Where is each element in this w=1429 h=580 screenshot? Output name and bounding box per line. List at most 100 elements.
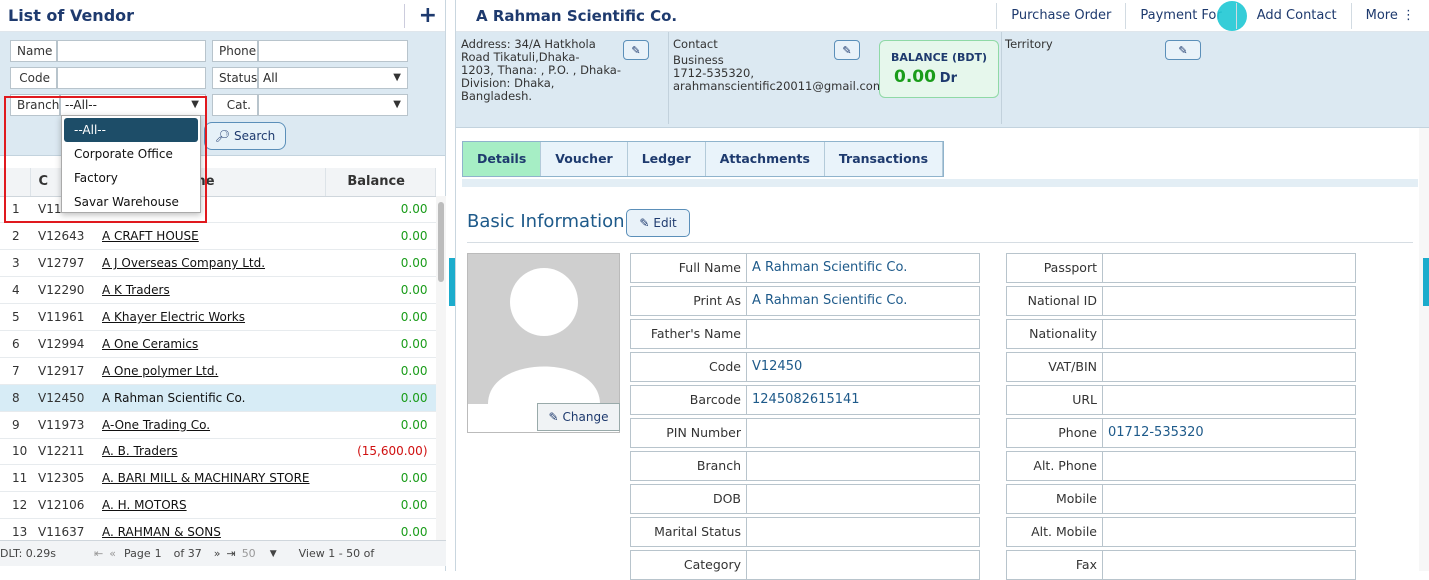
first-page-icon[interactable]: ⇤ <box>94 547 103 560</box>
table-row[interactable]: 8 V12450 A Rahman Scientific Co. 0.00 <box>0 384 436 412</box>
branch-option-savar-warehouse[interactable]: Savar Warehouse <box>64 190 198 214</box>
vat-bin-field[interactable] <box>1102 352 1356 382</box>
pin-number-field[interactable] <box>746 418 980 448</box>
branch-select[interactable]: --All-- <box>60 94 206 116</box>
tab-ledger[interactable]: Ledger <box>628 142 706 176</box>
table-scrollbar[interactable] <box>436 196 446 540</box>
page-number[interactable]: 1 <box>155 547 162 560</box>
code-field[interactable]: V12450 <box>746 352 980 382</box>
next-page-icon[interactable]: » <box>214 547 221 560</box>
category-select[interactable] <box>258 94 408 116</box>
name-filter-input[interactable] <box>57 40 206 62</box>
vendor-name-cell[interactable]: A. BARI MILL & MACHINARY STORE <box>98 464 326 493</box>
table-row[interactable]: 12 V12106 A. H. MOTORS 0.00 <box>0 491 436 520</box>
vendor-name[interactable]: A One Ceramics <box>102 337 198 351</box>
table-row[interactable]: 11 V12305 A. BARI MILL & MACHINARY STORE 0.… <box>0 464 436 493</box>
edit-contact-button[interactable]: ✎ <box>834 40 860 60</box>
table-row[interactable]: 9 V11973 A-One Trading Co. 0.00 <box>0 411 436 439</box>
fax-field[interactable] <box>1102 550 1356 580</box>
table-row[interactable]: 5 V11961 A Khayer Electric Works 0.00 <box>0 303 436 331</box>
vendor-name[interactable]: A. B. Traders <box>102 444 178 458</box>
table-row[interactable]: 7 V12917 A One polymer Ltd. 0.00 <box>0 357 436 385</box>
alt-phone-field[interactable] <box>1102 451 1356 481</box>
edit-address-button[interactable]: ✎ <box>623 40 649 60</box>
purchase-order-link[interactable]: Purchase Order <box>996 2 1125 29</box>
table-row[interactable]: 13 V11637 A. RAHMAN & SONS 0.00 <box>0 518 436 540</box>
code-filter-input[interactable] <box>57 67 206 89</box>
vendor-name[interactable]: A. RAHMAN & SONS <box>102 525 221 539</box>
field-row: Phone 01712-535320 <box>1006 418 1356 448</box>
vendor-name-cell[interactable]: A. B. Traders <box>98 438 326 466</box>
vendor-name[interactable]: A-One Trading Co. <box>102 418 210 432</box>
passport-field[interactable] <box>1102 253 1356 283</box>
vendor-name[interactable]: A. BARI MILL & MACHINARY STORE <box>102 471 310 485</box>
vendor-name-cell[interactable]: A One polymer Ltd. <box>98 357 326 385</box>
phone-filter-input[interactable] <box>258 40 408 62</box>
table-row[interactable]: 3 V12797 A J Overseas Company Ltd. 0.00 <box>0 249 436 278</box>
print-as-field[interactable]: A Rahman Scientific Co. <box>746 286 980 316</box>
table-row[interactable]: 10 V12211 A. B. Traders (15,600.00) <box>0 438 436 466</box>
nationality-field[interactable] <box>1102 319 1356 349</box>
vendor-name[interactable]: A One polymer Ltd. <box>102 364 218 378</box>
vendor-name[interactable]: A Khayer Electric Works <box>102 310 245 324</box>
row-index: 5 <box>0 303 30 331</box>
tab-attachments[interactable]: Attachments <box>706 142 825 176</box>
full-name-field[interactable]: A Rahman Scientific Co. <box>746 253 980 283</box>
detail-scrollbar[interactable] <box>1419 128 1429 571</box>
page-size-select[interactable]: 50 <box>242 547 256 560</box>
category-field[interactable] <box>746 550 980 580</box>
payment-for-link[interactable]: Payment For <box>1125 0 1248 31</box>
father-s-name-field[interactable] <box>746 319 980 349</box>
edit-basic-info-button[interactable]: ✎ Edit <box>626 209 690 237</box>
vendor-name[interactable]: A. H. MOTORS <box>102 498 187 512</box>
barcode-field[interactable]: 1245082615141 <box>746 385 980 415</box>
last-page-icon[interactable]: ⇥ <box>226 547 235 560</box>
vendor-code: V12917 <box>30 357 98 385</box>
right-edge-handle[interactable] <box>1423 258 1429 306</box>
add-contact-link[interactable]: Add Contact <box>1235 2 1351 29</box>
status-select[interactable]: All <box>258 67 408 89</box>
search-button[interactable]: 🔎︎ Search <box>204 122 286 150</box>
vendor-name-cell[interactable]: A. RAHMAN & SONS <box>98 518 326 540</box>
national-id-field[interactable] <box>1102 286 1356 316</box>
edit-territory-button[interactable]: ✎ <box>1165 40 1201 60</box>
vendor-name-cell[interactable]: A K Traders <box>98 276 326 305</box>
more-menu[interactable]: More ⋮ <box>1350 2 1429 29</box>
tab-details[interactable]: Details <box>463 142 542 176</box>
vendor-name-cell[interactable]: A J Overseas Company Ltd. <box>98 249 326 278</box>
table-row[interactable]: 6 V12994 A One Ceramics 0.00 <box>0 330 436 358</box>
vendor-name[interactable]: A K Traders <box>102 283 170 297</box>
vendor-code: V12106 <box>30 491 98 520</box>
phone-field[interactable]: 01712-535320 <box>1102 418 1356 448</box>
url-field[interactable] <box>1102 385 1356 415</box>
vendor-name[interactable]: A CRAFT HOUSE <box>102 229 199 243</box>
vendor-name-cell[interactable]: A. H. MOTORS <box>98 491 326 520</box>
change-photo-button[interactable]: ✎ Change <box>537 403 620 431</box>
branch-field[interactable] <box>746 451 980 481</box>
marital-status-field[interactable] <box>746 517 980 547</box>
tab-voucher[interactable]: Voucher <box>541 142 628 176</box>
mobile-field[interactable] <box>1102 484 1356 514</box>
vendor-name-cell[interactable]: A-One Trading Co. <box>98 411 326 439</box>
alt-mobile-label: Alt. Mobile <box>1006 517 1102 547</box>
fax-label: Fax <box>1006 550 1102 580</box>
branch-option-factory[interactable]: Factory <box>64 166 198 190</box>
col-header-balance[interactable]: Balance <box>325 168 436 197</box>
dob-field[interactable] <box>746 484 980 514</box>
vendor-name-cell[interactable]: A One Ceramics <box>98 330 326 358</box>
row-index: 9 <box>0 411 30 439</box>
tab-transactions[interactable]: Transactions <box>825 142 944 176</box>
plus-icon[interactable]: + <box>403 3 437 28</box>
table-row[interactable]: 4 V12290 A K Traders 0.00 <box>0 276 436 305</box>
vendor-name-cell[interactable]: A Khayer Electric Works <box>98 303 326 331</box>
vendor-name-cell[interactable]: A CRAFT HOUSE <box>98 222 326 251</box>
branch-option-corporate-office[interactable]: Corporate Office <box>64 142 198 166</box>
phone-filter-label: Phone <box>212 40 258 62</box>
table-row[interactable]: 2 V12643 A CRAFT HOUSE 0.00 <box>0 222 436 251</box>
chevron-down-icon[interactable]: ▼ <box>270 549 277 559</box>
vendor-name[interactable]: A J Overseas Company Ltd. <box>102 256 265 270</box>
scrollbar-thumb[interactable] <box>438 202 444 282</box>
prev-page-icon[interactable]: « <box>109 547 116 560</box>
branch-option-all[interactable]: --All-- <box>64 118 198 142</box>
alt-mobile-field[interactable] <box>1102 517 1356 547</box>
